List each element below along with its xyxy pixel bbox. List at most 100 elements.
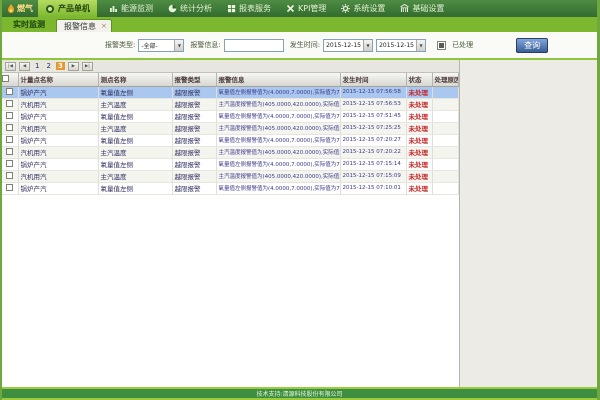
time-to-picker[interactable]: 2015-12-15 08:09 ▼ (376, 39, 426, 52)
nav-label: 报表服务 (239, 3, 271, 14)
nav-item-kpi-management[interactable]: KPI管理 (286, 3, 326, 14)
table-header-row: 计量点名称 测点名称 报警类型 报警信息 发生时间 状态 处理原因 (2, 73, 458, 86)
table-row[interactable]: 锅炉产汽氧量值左侧越限报警氧量值左侧报警值为(4.0000,7.0000),实际… (2, 182, 458, 194)
row-checkbox[interactable] (6, 172, 13, 179)
cell-status: 未处理 (406, 98, 432, 110)
nav-item-basic-settings[interactable]: 基础设置 (400, 3, 444, 14)
product-button[interactable]: 产品单机 (38, 0, 97, 17)
prev-page-button[interactable]: ◀ (19, 62, 30, 71)
cell-sensor: 主汽温度 (98, 146, 172, 158)
select-all-checkbox[interactable] (2, 75, 9, 82)
row-checkbox[interactable] (6, 148, 13, 155)
app-logo: 燃气 (2, 3, 38, 14)
table-row[interactable]: 汽机用汽主汽温度越限报警主汽温度报警值为(405.0000,420.0000),… (2, 98, 458, 110)
first-page-button[interactable]: |◀ (5, 62, 16, 71)
pie-chart-icon (168, 4, 177, 13)
cell-type: 越限报警 (172, 110, 216, 122)
table-row[interactable]: 汽机用汽主汽温度越限报警主汽温度报警值为(405.0000,420.0000),… (2, 170, 458, 182)
table-row[interactable]: 锅炉产汽氧量值左侧越限报警氧量值左侧报警值为(4.0000,7.0000),实际… (2, 158, 458, 170)
cell-status: 未处理 (406, 146, 432, 158)
col-header-time: 发生时间 (340, 73, 406, 86)
cell-reason (432, 182, 458, 194)
chevron-down-icon[interactable]: ▼ (416, 40, 425, 51)
cell-sensor: 氧量值左侧 (98, 134, 172, 146)
cell-point: 汽机用汽 (18, 98, 98, 110)
alarm-table-body: 锅炉产汽氧量值左侧越限报警氧量值左侧报警值为(4.0000,7.0000),实际… (2, 86, 458, 194)
col-header-reason: 处理原因 (432, 73, 458, 86)
checkbox-mark (439, 43, 444, 48)
close-icon[interactable]: × (101, 22, 107, 30)
row-checkbox[interactable] (6, 160, 13, 167)
cell-point: 锅炉产汽 (18, 158, 98, 170)
chevron-down-icon[interactable]: ▼ (363, 40, 372, 51)
cell-status: 未处理 (406, 122, 432, 134)
nav-item-system-settings[interactable]: 系统设置 (341, 3, 385, 14)
col-header-message: 报警信息 (216, 73, 340, 86)
table-row[interactable]: 锅炉产汽氧量值左侧越限报警氧量值左侧报警值为(4.0000,7.0000),实际… (2, 86, 458, 98)
page-button-1[interactable]: 1 (33, 62, 41, 70)
app-window: 燃气 产品单机 能源监测 统计分析 报表服务 KPI管理 (0, 0, 600, 400)
nav-item-report-service[interactable]: 报表服务 (227, 3, 271, 14)
nav-item-statistics[interactable]: 统计分析 (168, 3, 212, 14)
row-checkbox[interactable] (6, 112, 13, 119)
page-button-3-current[interactable]: 3 (56, 62, 65, 70)
cell-status: 未处理 (406, 134, 432, 146)
cell-sensor: 氧量值左侧 (98, 86, 172, 98)
cell-point: 锅炉产汽 (18, 86, 98, 98)
row-checkbox[interactable] (6, 124, 13, 131)
nav-label: 统计分析 (180, 3, 212, 14)
cell-message: 氧量值左侧报警值为(4.0000,7.0000),实际值为7.4521 (216, 134, 340, 146)
cell-message: 主汽温度报警值为(405.0000,420.0000),实际值为402.5296 (216, 122, 340, 134)
nav-label: 基础设置 (412, 3, 444, 14)
row-checkbox[interactable] (6, 184, 13, 191)
row-checkbox[interactable] (6, 88, 13, 95)
top-header-bar: 燃气 产品单机 能源监测 统计分析 报表服务 KPI管理 (2, 0, 597, 17)
tab-alarm-info-label: 报警信息 (64, 21, 96, 32)
last-page-button[interactable]: ▶| (82, 62, 93, 71)
tab-alarm-info[interactable]: 报警信息 × (56, 19, 112, 32)
time-from-value: 2015-12-15 07:09 (326, 42, 363, 49)
alarm-type-select[interactable]: -全部- ▼ (138, 39, 184, 52)
alarm-info-input[interactable] (224, 39, 284, 52)
nav-label: 能源监测 (121, 3, 153, 14)
cell-sensor: 氧量值左侧 (98, 158, 172, 170)
table-row[interactable]: 汽机用汽主汽温度越限报警主汽温度报警值为(405.0000,420.0000),… (2, 146, 458, 158)
cell-reason (432, 110, 458, 122)
query-button[interactable]: 查询 (516, 38, 548, 53)
row-checkbox[interactable] (6, 136, 13, 143)
cell-time: 2015-12-15 07:10:01 (340, 182, 406, 194)
row-checkbox[interactable] (6, 100, 13, 107)
cell-reason (432, 122, 458, 134)
time-from-picker[interactable]: 2015-12-15 07:09 ▼ (323, 39, 373, 52)
cell-type: 越限报警 (172, 98, 216, 110)
processed-checkbox[interactable] (437, 41, 446, 50)
col-header-type: 报警类型 (172, 73, 216, 86)
cell-status: 未处理 (406, 170, 432, 182)
main-nav: 能源监测 统计分析 报表服务 KPI管理 系统设置 基础设置 (109, 3, 444, 14)
cell-point: 锅炉产汽 (18, 110, 98, 122)
next-page-button[interactable]: ▶ (68, 62, 79, 71)
cell-time: 2015-12-15 07:15:09 (340, 170, 406, 182)
cell-sensor: 主汽温度 (98, 98, 172, 110)
table-row[interactable]: 锅炉产汽氧量值左侧越限报警氧量值左侧报警值为(4.0000,7.0000),实际… (2, 110, 458, 122)
processed-label: 已处理 (452, 40, 473, 50)
cell-message: 主汽温度报警值为(405.0000,420.0000),实际值为424.4460 (216, 146, 340, 158)
cell-time: 2015-12-15 07:20:22 (340, 146, 406, 158)
page-button-2[interactable]: 2 (44, 62, 52, 70)
cell-reason (432, 146, 458, 158)
flame-icon (7, 4, 15, 14)
bar-chart-icon (109, 4, 118, 13)
cell-type: 越限报警 (172, 170, 216, 182)
table-row[interactable]: 汽机用汽主汽温度越限报警主汽温度报警值为(405.0000,420.0000),… (2, 122, 458, 134)
alarm-table: 计量点名称 测点名称 报警类型 报警信息 发生时间 状态 处理原因 锅炉产汽氧量… (2, 73, 459, 195)
chevron-down-icon[interactable]: ▼ (174, 40, 183, 51)
nav-item-energy-monitoring[interactable]: 能源监测 (109, 3, 153, 14)
cell-time: 2015-12-15 07:20:27 (340, 134, 406, 146)
cell-point: 汽机用汽 (18, 170, 98, 182)
table-row[interactable]: 锅炉产汽氧量值左侧越限报警氧量值左侧报警值为(4.0000,7.0000),实际… (2, 134, 458, 146)
cell-message: 氧量值左侧报警值为(4.0000,7.0000),实际值为7.2187 (216, 182, 340, 194)
cell-message: 氧量值左侧报警值为(4.0000,7.0000),实际值为7.7690 (216, 86, 340, 98)
cell-sensor: 主汽温度 (98, 170, 172, 182)
cell-type: 越限报警 (172, 122, 216, 134)
tab-realtime-monitoring[interactable]: 实时监测 (7, 19, 51, 32)
